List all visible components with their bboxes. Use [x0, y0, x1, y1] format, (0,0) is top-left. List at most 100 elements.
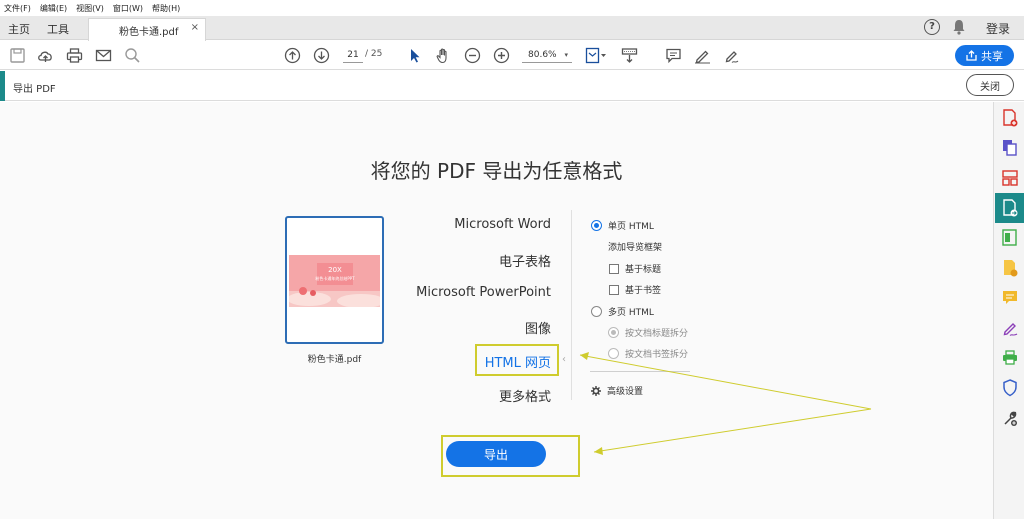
radio-multi-page[interactable] — [591, 306, 602, 317]
rail-edit-pdf[interactable] — [995, 223, 1024, 253]
cloud-upload-icon[interactable] — [37, 47, 54, 64]
option-add-nav-label: 添加导览框架 — [608, 243, 663, 253]
create-pdf-icon — [1003, 109, 1018, 127]
sign-icon[interactable] — [723, 47, 740, 64]
option-by-bookmark[interactable]: 基于书签 — [609, 283, 661, 296]
save-icon[interactable] — [9, 47, 26, 64]
annotation-box-export — [441, 435, 580, 477]
fit-page-icon[interactable] — [585, 47, 607, 64]
tab-document[interactable]: 粉色卡通.pdf × — [88, 18, 206, 41]
page-down-icon[interactable] — [313, 47, 330, 64]
comment-tool-icon — [1003, 291, 1017, 304]
print-production-icon — [1003, 350, 1017, 365]
rail-fill-sign[interactable] — [995, 253, 1024, 283]
zoom-in-icon[interactable] — [493, 47, 510, 64]
option-by-title-label: 基于标题 — [625, 265, 662, 275]
thumbnail-big-text: 20X — [328, 266, 342, 274]
close-tab-icon[interactable]: × — [191, 22, 199, 33]
select-pointer-icon[interactable] — [407, 47, 424, 64]
highlight-pen-icon[interactable] — [694, 47, 711, 64]
option-multi-page-label: 多页 HTML — [608, 308, 654, 318]
format-spreadsheet[interactable]: 电子表格 — [499, 251, 551, 270]
format-image[interactable]: 图像 — [525, 318, 551, 337]
mail-icon[interactable] — [95, 47, 112, 64]
zoom-out-icon[interactable] — [464, 47, 481, 64]
share-icon — [966, 50, 977, 61]
option-by-title[interactable]: 基于标题 — [609, 262, 661, 275]
option-split-by-title-label: 按文档标题拆分 — [625, 329, 689, 339]
hand-tool-icon[interactable] — [435, 47, 452, 64]
rail-combine[interactable] — [995, 133, 1024, 163]
login-link[interactable]: 登录 — [986, 20, 1010, 37]
zoom-level-value: 80.6% — [528, 50, 557, 60]
shield-icon — [1003, 379, 1017, 397]
tab-tools[interactable]: 工具 — [47, 21, 69, 37]
comment-icon[interactable] — [665, 47, 682, 64]
help-icon[interactable]: ? — [924, 19, 940, 35]
scroll-mode-icon[interactable] — [621, 47, 638, 64]
rail-export-pdf[interactable] — [995, 193, 1024, 223]
export-pdf-icon — [1003, 199, 1018, 217]
gear-icon — [591, 385, 601, 396]
option-split-by-title[interactable]: 按文档标题拆分 — [608, 326, 688, 339]
document-thumbnail[interactable]: 20X 粉色卡通年终总结PPT — [285, 216, 384, 344]
thumbnail-sub-text: 粉色卡通年终总结PPT — [315, 275, 355, 281]
checkbox-by-bookmark[interactable] — [609, 284, 619, 295]
chevron-down-icon: ▾ — [564, 51, 568, 59]
menu-bar: 文件(F) 编辑(E) 视图(V) 窗口(W) 帮助(H) — [0, 0, 1024, 16]
toolbar: 21 / 25 80.6% ▾ — [0, 41, 1024, 70]
format-more[interactable]: 更多格式 — [499, 386, 551, 405]
export-pdf-bar: 导出 PDF — [0, 71, 1024, 101]
right-tool-rail — [993, 102, 1024, 519]
advanced-settings[interactable]: 高级设置 — [591, 384, 643, 397]
search-icon[interactable] — [124, 47, 141, 64]
thumbnail-image: 20X 粉色卡通年终总结PPT — [289, 255, 380, 307]
radio-split-by-bookmark[interactable] — [608, 348, 619, 359]
rail-sign[interactable] — [995, 313, 1024, 343]
annotation-box-html — [475, 344, 559, 376]
options-divider — [590, 371, 690, 372]
rail-more-tools[interactable] — [995, 403, 1024, 433]
fill-sign-icon — [1004, 260, 1018, 277]
zoom-level-select[interactable]: 80.6% ▾ — [522, 48, 572, 63]
rail-comment[interactable] — [995, 283, 1024, 313]
tab-document-title: 粉色卡通.pdf — [119, 27, 179, 38]
menu-view[interactable]: 视图(V) — [76, 3, 104, 14]
page-total: / 25 — [365, 49, 383, 59]
menu-file[interactable]: 文件(F) — [4, 3, 31, 14]
tab-home[interactable]: 主页 — [8, 21, 30, 37]
option-single-page-label: 单页 HTML — [608, 222, 654, 232]
advanced-settings-label: 高级设置 — [607, 387, 644, 397]
option-single-page[interactable]: 单页 HTML — [591, 219, 654, 232]
close-button[interactable]: 关闭 — [966, 74, 1014, 96]
menu-window[interactable]: 窗口(W) — [113, 3, 143, 14]
page-title: 将您的 PDF 导出为任意格式 — [370, 159, 623, 183]
sign-tool-icon — [1003, 323, 1018, 336]
option-split-by-bookmark[interactable]: 按文档书签拆分 — [608, 347, 688, 360]
thumbnail-filename: 粉色卡通.pdf — [307, 355, 362, 365]
export-bar-accent — [0, 71, 5, 101]
rail-create-pdf[interactable] — [995, 103, 1024, 133]
edit-pdf-icon — [1002, 229, 1017, 246]
share-button[interactable]: 共享 — [955, 45, 1014, 66]
format-word[interactable]: Microsoft Word — [454, 217, 551, 232]
format-powerpoint[interactable]: Microsoft PowerPoint — [416, 285, 551, 300]
page-up-icon[interactable] — [284, 47, 301, 64]
rail-protect[interactable] — [995, 373, 1024, 403]
rail-organize[interactable] — [995, 163, 1024, 193]
print-icon[interactable] — [66, 47, 83, 64]
option-add-nav: 添加导览框架 — [608, 240, 662, 253]
combine-files-icon — [1003, 140, 1017, 156]
page-number-input[interactable]: 21 — [343, 48, 363, 63]
radio-single-page[interactable] — [591, 220, 602, 231]
share-label: 共享 — [981, 49, 1003, 63]
option-multi-page[interactable]: 多页 HTML — [591, 305, 654, 318]
checkbox-by-title[interactable] — [609, 263, 619, 274]
bell-icon[interactable] — [952, 19, 966, 35]
radio-split-by-title[interactable] — [608, 327, 619, 338]
option-by-bookmark-label: 基于书签 — [625, 286, 662, 296]
wrench-add-icon — [1004, 411, 1017, 426]
menu-edit[interactable]: 编辑(E) — [40, 3, 67, 14]
menu-help[interactable]: 帮助(H) — [152, 3, 180, 14]
rail-print-production[interactable] — [995, 343, 1024, 373]
